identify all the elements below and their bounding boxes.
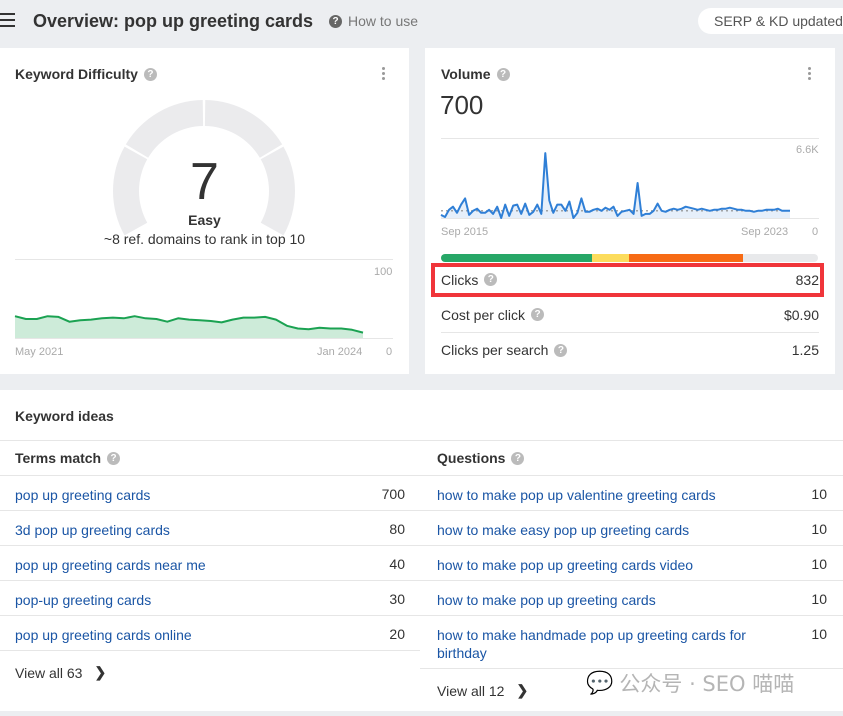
metric-label: Cost per click [441,306,526,323]
keyword-row: pop up greeting cards 700 [0,475,420,504]
keyword-difficulty-card: Keyword Difficulty? 7 Easy ~8 ref. domai… [0,48,409,374]
keyword-link[interactable]: 3d pop up greeting cards [15,521,170,539]
keyword-link[interactable]: how to make easy pop up greeting cards [437,521,689,539]
distribution-segment [591,254,630,262]
chart-line [440,152,790,219]
keyword-volume: 80 [389,521,405,537]
terms-match-header[interactable]: Terms match? [15,450,121,466]
chart-area [441,153,790,218]
help-icon[interactable]: ? [554,343,568,357]
keyword-row: how to make pop up valentine greeting ca… [420,475,843,504]
x-start-label: May 2021 [15,346,64,358]
volume-card: Volume? 700 6.6K 0 Sep 2015 Sep 2023 Cli… [425,48,835,374]
watermark: 💬 公众号 · SEO 喵喵 [586,668,794,698]
how-to-use-link[interactable]: ? How to use [329,13,418,29]
keyword-row: how to make pop up greeting cards 10 [420,580,843,609]
keyword-volume: 10 [811,521,827,537]
position-distribution-bar [441,254,818,262]
keyword-volume: 40 [389,556,405,572]
metric-cost-per-click: Cost per click? $0.90 [441,297,819,332]
serp-kd-updated-badge[interactable]: SERP & KD updated [698,8,843,34]
metric-label: Clicks per search [441,342,549,358]
watermark-text: 公众号 · SEO 喵喵 [619,672,795,696]
metric-clicks-per-search: Clicks per search? 1.25 [441,332,819,367]
keyword-row: how to make pop up greeting cards video 1… [420,545,843,574]
x-start-label: Sep 2015 [441,226,489,238]
help-icon[interactable]: ? [107,451,121,465]
chevron-right-icon: ❯ [94,664,107,680]
clicks-highlight-box [431,263,824,297]
y-max-label: 100 [374,266,393,278]
keyword-ideas-card: Keyword ideas Terms match? Questions? po… [0,390,843,711]
keyword-link[interactable]: how to make handmade pop up greeting car… [437,626,767,662]
page-title: Overview: pop up greeting cards [33,11,314,31]
distribution-segment [742,254,818,262]
help-icon[interactable]: ? [511,451,525,465]
distribution-segment [441,254,592,262]
metric-value: $0.90 [783,306,819,323]
header: Overview: pop up greeting cards ? How to … [0,0,843,42]
keyword-row: how to make easy pop up greeting cards 10 [420,510,843,539]
keyword-link[interactable]: how to make pop up greeting cards [437,591,656,609]
keyword-volume: 700 [381,486,405,502]
keyword-ideas-title: Keyword ideas [15,408,114,424]
keyword-row: 3d pop up greeting cards 80 [0,510,420,539]
keyword-volume: 10 [811,486,827,502]
view-all-terms-button[interactable]: View all 63 ❯ [15,664,106,681]
terms-match-label: Terms match [15,450,102,466]
volume-history-chart [440,152,791,219]
keyword-link[interactable]: how to make pop up greeting cards video [437,556,693,574]
keyword-volume: 10 [811,626,827,642]
view-all-label: View all 63 [15,664,83,681]
y-max-label: 6.6K [796,144,819,156]
keyword-link[interactable]: pop-up greeting cards [15,591,151,609]
keyword-volume: 10 [811,556,827,572]
keyword-row: pop up greeting cards near me 40 [0,545,420,574]
x-end-label: Jan 2024 [317,346,363,358]
keyword-row: pop up greeting cards online 20 [0,615,420,644]
keyword-row: how to make handmade pop up greeting car… [420,615,843,662]
view-all-questions-button[interactable]: View all 12 ❯ [437,682,528,699]
y-min-label: 0 [386,346,393,358]
x-end-label: Sep 2023 [741,226,789,238]
keyword-volume: 10 [811,591,827,607]
view-all-label: View all 12 [437,682,505,699]
questions-header[interactable]: Questions? [437,450,525,466]
how-to-use-label: How to use [348,13,419,29]
y-min-label: 0 [812,226,819,238]
keyword-link[interactable]: pop up greeting cards [15,486,150,504]
keyword-link[interactable]: how to make pop up valentine greeting ca… [437,486,716,504]
keyword-volume: 20 [389,626,405,642]
help-icon[interactable]: ? [531,308,545,321]
kd-history-chart [14,315,364,338]
wechat-icon: 💬 [586,670,614,696]
divider [0,650,420,651]
keyword-row: pop-up greeting cards 30 [0,580,420,609]
menu-icon[interactable] [0,13,15,31]
questions-label: Questions [437,450,506,466]
keyword-link[interactable]: pop up greeting cards near me [15,556,206,574]
distribution-segment [629,254,743,262]
divider [0,440,843,441]
keyword-volume: 30 [389,591,405,607]
chevron-right-icon: ❯ [516,682,529,698]
keyword-link[interactable]: pop up greeting cards online [15,626,192,644]
help-icon: ? [329,14,342,28]
metric-value: 1.25 [791,342,819,358]
